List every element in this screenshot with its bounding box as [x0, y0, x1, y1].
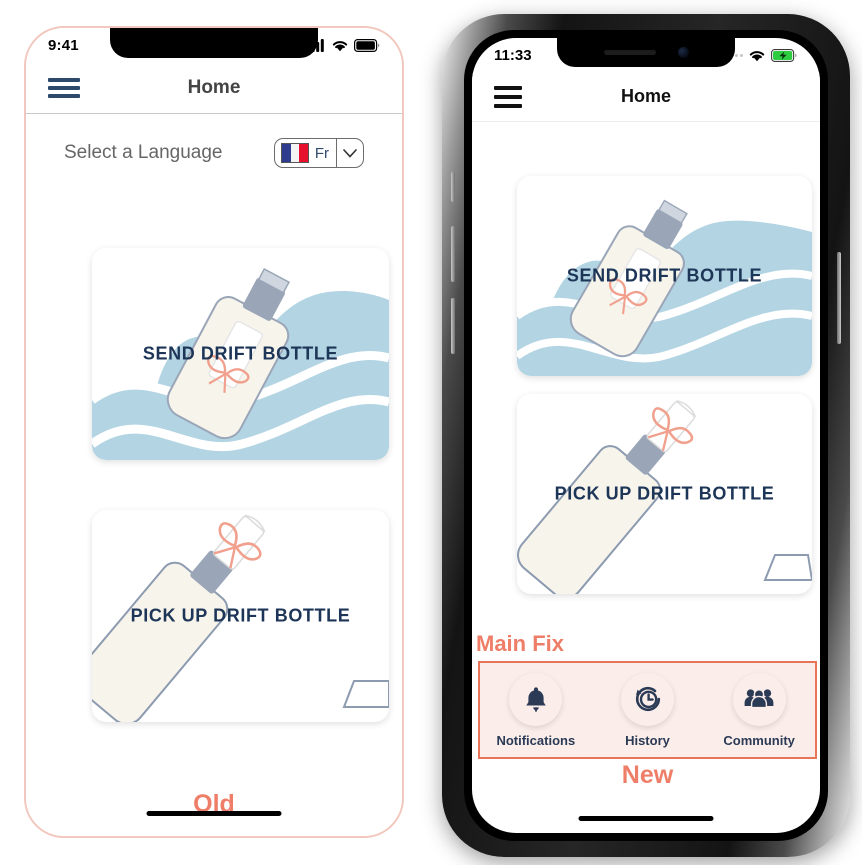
card-label: PICK UP DRIFT BOTTLE — [130, 605, 351, 626]
card-label: PICK UP DRIFT BOTTLE — [554, 483, 775, 504]
language-select[interactable]: Fr — [273, 138, 364, 168]
flag-france-icon — [280, 143, 309, 163]
battery-full-icon — [354, 38, 380, 52]
language-label: Select a Language — [64, 142, 223, 163]
card-label: SEND DRIFT BOTTLE — [566, 265, 763, 286]
home-indicator — [578, 816, 714, 821]
status-time: 9:41 — [48, 36, 79, 54]
volume-up-button[interactable] — [451, 226, 455, 282]
battery-charging-icon — [771, 48, 797, 62]
status-icons — [725, 48, 798, 62]
page-title: Home — [620, 86, 671, 106]
old-notch — [110, 28, 318, 58]
bell-icon — [509, 672, 563, 726]
volume-down-button[interactable] — [451, 298, 455, 354]
wifi-icon — [749, 50, 765, 61]
new-notch — [557, 38, 735, 67]
card-label: SEND DRIFT BOTTLE — [142, 343, 339, 364]
nav-label: Notifications — [496, 732, 576, 748]
wifi-icon — [332, 40, 348, 51]
page-title: Home — [187, 76, 241, 98]
card-send-drift-bottle[interactable]: SEND DRIFT BOTTLE — [517, 176, 812, 376]
card-pick-up-drift-bottle[interactable]: PICK UP DRIFT BOTTLE — [517, 394, 812, 594]
hamburger-menu-icon[interactable] — [48, 77, 80, 98]
old-app-header: Home — [26, 62, 402, 114]
new-annotation-label: New — [621, 761, 674, 789]
main-fix-annotation: Main Fix — [476, 631, 565, 656]
history-clock-icon — [620, 672, 674, 726]
card-pick-up-drift-bottle[interactable]: PICK UP DRIFT BOTTLE — [92, 510, 389, 722]
language-select-value[interactable]: Fr — [275, 139, 336, 167]
people-group-icon — [732, 672, 786, 726]
new-app-header: Home — [472, 72, 820, 122]
language-selector-row: Select a Language Fr — [26, 138, 402, 168]
comparison-canvas: 9:41 Home Select a Language Fr SEND DRIF… — [0, 0, 862, 865]
nav-item-community[interactable]: Community — [707, 672, 812, 748]
home-indicator — [146, 811, 282, 816]
bottom-navigation-bar: Notifications History Community — [478, 661, 817, 759]
nav-item-history[interactable]: History — [595, 672, 700, 748]
nav-label: Community — [723, 732, 795, 748]
front-camera-icon — [677, 47, 689, 58]
old-phone-mockup: 9:41 Home Select a Language Fr SEND DRIF… — [24, 26, 404, 838]
silent-switch[interactable] — [451, 172, 455, 202]
power-button[interactable] — [837, 252, 841, 344]
chevron-down-icon[interactable] — [336, 139, 363, 167]
card-send-drift-bottle[interactable]: SEND DRIFT BOTTLE — [92, 248, 389, 460]
language-code: Fr — [314, 144, 329, 162]
nav-label: History — [625, 732, 670, 748]
status-time: 11:33 — [494, 46, 532, 64]
earpiece-speaker — [603, 50, 656, 55]
hamburger-menu-icon[interactable] — [494, 85, 522, 108]
nav-item-notifications[interactable]: Notifications — [483, 672, 588, 748]
